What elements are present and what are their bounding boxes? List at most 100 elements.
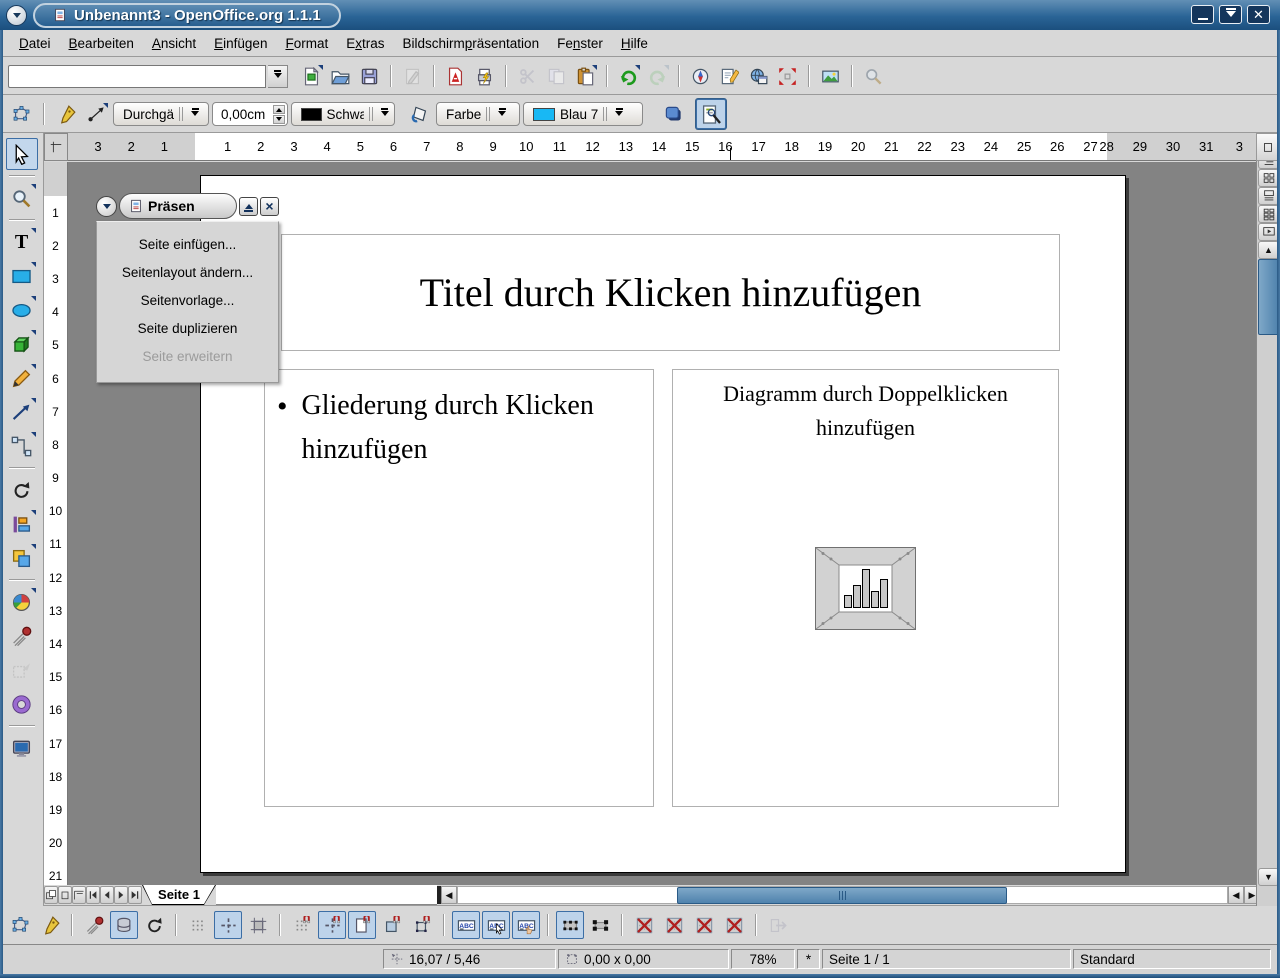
paste-button[interactable] [572,63,599,90]
double-click-edit-toggle[interactable] [512,911,540,939]
edit-points-toggle[interactable] [6,911,34,939]
edit-file-button[interactable] [399,63,426,90]
page-tab[interactable]: Seite 1 [142,885,216,905]
menu-item[interactable]: Datei [10,36,60,51]
show-snap-lines-toggle[interactable] [214,911,242,939]
title-bar[interactable]: Unbenannt3 - OpenOffice.org 1.1.1 ✕ [0,0,1280,30]
next-page-button[interactable] [114,886,128,904]
presentation-tool[interactable] [6,732,38,764]
title-placeholder[interactable]: Titel durch Klicken hinzufügen [281,234,1060,351]
arrange-tool[interactable] [6,542,38,574]
shadow-button[interactable] [660,101,687,128]
menu-item[interactable]: Format [276,36,337,51]
ruler-origin[interactable] [44,133,68,161]
interaction-tool[interactable] [6,654,38,686]
line-contour-toggle[interactable] [720,911,748,939]
status-page-cell[interactable]: Seite 1 / 1 [822,949,1071,969]
outline-placeholder[interactable]: • Gliederung durch Klicken hinzufügen [264,369,654,807]
page-mode-button[interactable] [58,886,72,904]
palette-item[interactable]: Seitenlayout ändern... [97,258,278,286]
menu-item[interactable]: Bearbeiten [60,36,143,51]
save-button[interactable] [356,63,383,90]
first-page-button[interactable] [86,886,100,904]
3d-object-tool[interactable] [6,328,38,360]
show-grid-toggle[interactable] [184,911,212,939]
hyperlink-button[interactable] [745,63,772,90]
glue-points-button[interactable] [53,101,80,128]
contour-mode-toggle[interactable] [660,911,688,939]
copy-button[interactable] [543,63,570,90]
fill-type-select[interactable]: Farbe [436,102,520,126]
handout-view-button[interactable] [1258,205,1279,223]
maximize-button[interactable] [1219,5,1242,24]
start-presentation-button[interactable] [1258,223,1279,241]
menu-item[interactable]: Einfügen [205,36,276,51]
snap-to-object-points-toggle[interactable] [408,911,436,939]
edit-points-button[interactable] [8,101,35,128]
ellipse-tool[interactable] [6,294,38,326]
scroll-left-end-button[interactable]: ◀ [1228,886,1244,904]
chart-icon[interactable] [815,547,916,630]
gallery-button[interactable] [817,63,844,90]
area-style-button[interactable] [406,101,433,128]
status-modified-cell[interactable]: * [797,949,820,969]
chart-placeholder[interactable]: Diagramm durch Doppelklicken hinzufügen [672,369,1059,807]
spin-up-button[interactable] [273,105,285,114]
insert-tool[interactable] [6,586,38,618]
vertical-scrollbar-thumb[interactable] [1258,259,1279,335]
snap-to-margins-toggle[interactable] [348,911,376,939]
url-input[interactable] [8,65,266,88]
text-placeholder-toggle[interactable] [690,911,718,939]
status-size-cell[interactable]: 0,00 x 0,00 [558,949,729,969]
line-width-spinner[interactable]: 0,00cm [212,102,288,126]
vertical-ruler[interactable]: 123456789101112131415161718192021 [44,162,68,885]
large-handles-toggle[interactable] [586,911,614,939]
slide-page[interactable]: Titel durch Klicken hinzufügen • Glieder… [200,175,1126,873]
quick-edit-toggle[interactable] [452,911,480,939]
snap-to-object-border-toggle[interactable] [378,911,406,939]
snap-to-grid-toggle[interactable] [288,911,316,939]
palette-item[interactable]: Seite einfügen... [97,230,278,258]
navigator-button[interactable] [687,63,714,90]
new-document-button[interactable] [298,63,325,90]
cut-button[interactable] [514,63,541,90]
stylist-button[interactable] [716,63,743,90]
horizontal-ruler[interactable]: 321 123456789101112131415161718192021222… [68,133,1256,161]
fill-color-select[interactable]: Blau 7 [523,102,643,126]
arrow-style-button[interactable] [83,101,110,128]
status-position-cell[interactable]: 16,07 / 5,46 [383,949,556,969]
menu-item[interactable]: Fenster [548,36,612,51]
layer-mode-button[interactable] [72,886,86,904]
exit-all-groups-button[interactable] [764,911,792,939]
presentation-object-button[interactable] [696,99,726,129]
simple-handles-toggle[interactable] [556,911,584,939]
palette-rollup-button[interactable] [239,197,258,216]
snap-to-snap-lines-toggle[interactable] [318,911,346,939]
connector-tool[interactable] [6,430,38,462]
menu-item[interactable]: Extras [337,36,393,51]
text-tool[interactable]: T [6,226,38,258]
zoom-button[interactable] [774,63,801,90]
window-menu-button[interactable] [6,5,27,26]
rotate-tool[interactable] [6,474,38,506]
select-text-area-toggle[interactable] [482,911,510,939]
line-arrow-tool[interactable] [6,396,38,428]
previous-page-button[interactable] [100,886,114,904]
close-button[interactable]: ✕ [1247,5,1270,24]
menu-item[interactable]: Bildschirmpräsentation [394,36,549,51]
horizontal-scrollbar-track[interactable] [457,886,1228,904]
curve-tool[interactable] [6,362,38,394]
status-template-cell[interactable]: Standard [1073,949,1271,969]
minimize-button[interactable] [1191,5,1214,24]
undo-button[interactable] [615,63,642,90]
line-color-select[interactable]: Schwa [291,102,395,126]
scroll-up-button[interactable]: ▲ [1258,241,1279,259]
url-dropdown-button[interactable] [268,65,288,88]
open-button[interactable] [327,63,354,90]
allow-rotate-toggle[interactable] [140,911,168,939]
3d-controller-tool[interactable] [6,688,38,720]
line-style-select[interactable]: Durchgä [113,102,209,126]
horizontal-scrollbar-thumb[interactable] [677,887,1007,904]
glue-points-toggle[interactable] [36,911,64,939]
menu-item[interactable]: Ansicht [143,36,205,51]
